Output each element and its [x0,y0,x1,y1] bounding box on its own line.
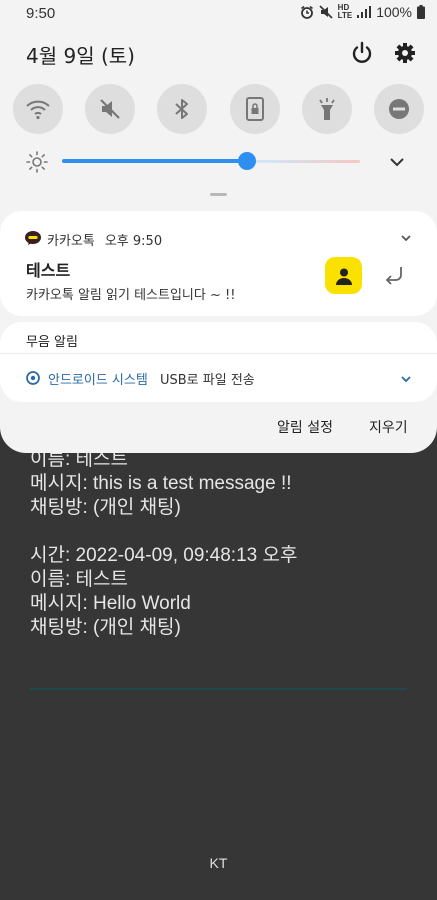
status-time: 9:50 [26,5,56,22]
status-bar: 9:50 HD LTE 100% [0,0,437,28]
person-icon [335,268,352,285]
quick-settings-row [13,84,424,134]
do-not-disturb-tile[interactable] [373,84,424,134]
date-label: 4월 9일 (토) [26,44,135,68]
brightness-icon [26,151,48,173]
silent-app-name: 안드로이드 시스템 [48,373,148,388]
portrait-lock-tile[interactable] [229,84,280,134]
notification-title: 테스트 [26,261,71,280]
log-line: 메시지: this is a test message !! [30,473,292,494]
flashlight-tile[interactable] [301,84,352,134]
notification-app-name: 카카오톡 [47,234,95,249]
android-system-icon [26,371,40,385]
notification-time: 오후 9:50 [104,234,163,249]
settings-button[interactable] [392,40,418,66]
carrier-label: KT [209,855,228,871]
sound-tile[interactable] [85,84,136,134]
app-divider [30,688,407,690]
portrait-lock-icon [245,97,264,121]
chevron-down-icon[interactable] [400,374,412,384]
kakaotalk-icon [25,231,41,245]
battery-icon [417,5,425,19]
silent-divider [0,353,437,354]
power-icon [352,41,372,63]
chevron-down-icon[interactable] [400,233,412,243]
network-type: HD LTE [338,4,353,20]
mute-status-icon [319,5,333,19]
shade-handle[interactable] [210,193,227,196]
brightness-thumb[interactable] [238,152,256,170]
network-bottom: LTE [337,11,353,20]
wifi-icon [26,100,50,120]
wifi-tile[interactable] [13,84,63,134]
bluetooth-icon [175,99,189,119]
silent-section-title: 무음 알림 [26,335,78,350]
mute-icon [100,99,120,119]
battery-percent: 100% [376,4,412,20]
log-spacer [30,520,297,544]
silent-notifications: 무음 알림 안드로이드 시스템 USB로 파일 전송 [0,322,437,402]
notification-header: 카카오톡 오후 9:50 [47,230,162,249]
do-not-disturb-icon [388,99,409,119]
log-line: 메시지: Hello World [30,593,191,614]
power-button[interactable] [349,40,375,66]
brightness-row [22,148,417,176]
message-log: 이름: 테스트 메시지: this is a test message !! 채… [30,448,297,640]
chevron-down-icon[interactable] [388,154,406,170]
signal-icon [357,6,372,18]
silent-message[interactable]: USB로 파일 전송 [160,369,255,388]
log-line: 채팅방: (개인 채팅) [30,497,181,518]
notification-body: 카카오톡 알림 읽기 테스트입니다 ~ !! [26,288,236,303]
log-line: 시간: 2022-04-09, 09:48:13 오후 [30,545,298,566]
clear-button[interactable]: 지우기 [369,417,408,437]
bluetooth-tile[interactable] [157,84,208,134]
notification-shade: 9:50 HD LTE 100% 4월 9일 (토) 카카오톡 오후 9:50 … [0,0,437,453]
notification-settings-button[interactable]: 알림 설정 [277,417,333,437]
brightness-fill [62,159,247,163]
shade-actions: 알림 설정 지우기 [0,417,437,439]
log-line: 이름: 테스트 [30,569,128,590]
log-line: 채팅방: (개인 채팅) [30,617,181,638]
flashlight-icon [319,98,335,120]
avatar [325,257,362,294]
reply-icon[interactable] [383,264,405,286]
gear-icon [395,43,415,63]
status-icons: HD LTE 100% [300,4,425,20]
alarm-icon [300,5,314,19]
notification-card[interactable]: 카카오톡 오후 9:50 테스트 카카오톡 알림 읽기 테스트입니다 ~ !! [0,211,437,316]
